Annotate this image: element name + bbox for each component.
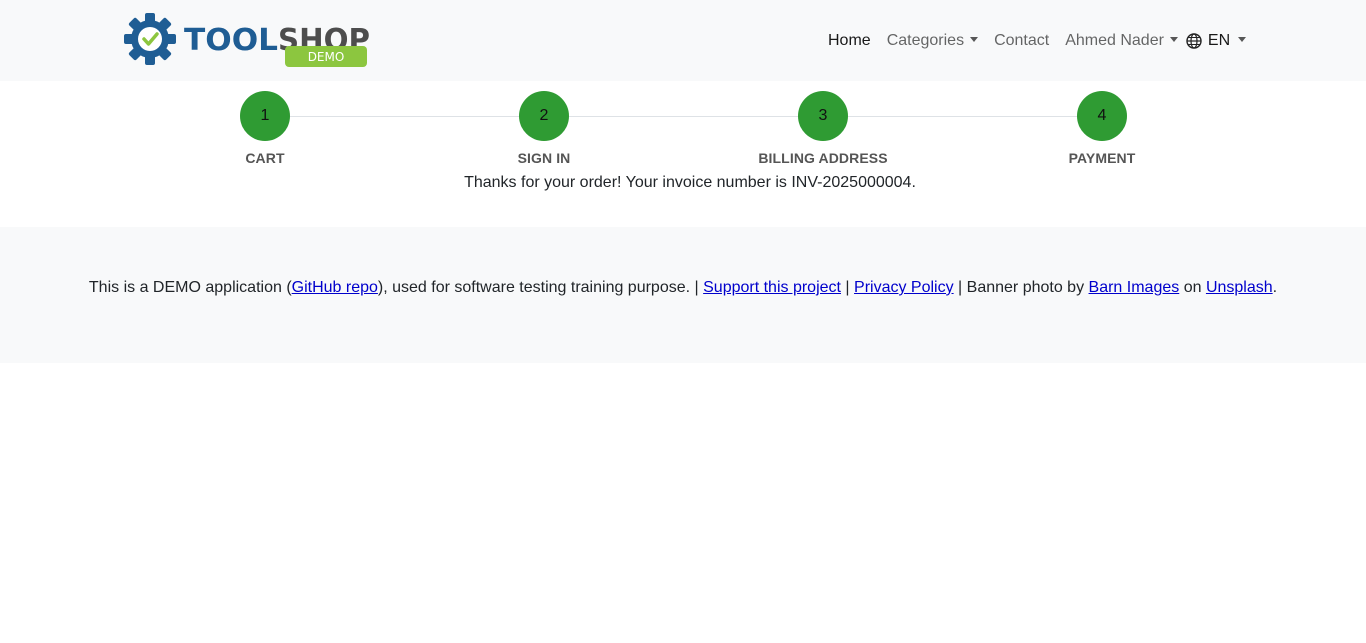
step-billing-address: 3 BILLING ADDRESS — [723, 91, 923, 166]
globe-icon — [1186, 33, 1202, 49]
nav-home[interactable]: Home — [820, 29, 879, 53]
language-label: EN — [1207, 32, 1231, 49]
checkout-stepper: 1 CART 2 SIGN IN 3 BILLING ADDRESS 4 PAY… — [0, 81, 1366, 173]
step-payment: 4 PAYMENT — [1002, 91, 1202, 166]
nav-contact[interactable]: Contact — [986, 29, 1057, 53]
footer-separator: | — [840, 279, 855, 296]
github-repo-link[interactable]: GitHub repo — [292, 279, 378, 296]
step-label: PAYMENT — [1068, 150, 1136, 166]
chevron-down-icon — [1238, 37, 1247, 42]
nav-categories-label: Categories — [886, 32, 965, 49]
footer-text: This is a DEMO application (GitHub repo)… — [89, 276, 1277, 300]
support-project-link[interactable]: Support this project — [703, 279, 841, 296]
step-label: SIGN IN — [517, 150, 571, 166]
nav-user-menu[interactable]: Ahmed Nader — [1057, 29, 1186, 53]
footer: This is a DEMO application (GitHub repo)… — [0, 227, 1366, 363]
stepper-line — [265, 116, 1102, 117]
step-number: 2 — [519, 91, 569, 141]
step-cart: 1 CART — [165, 91, 365, 166]
footer-text-part: ), used for software testing training pu… — [377, 279, 704, 296]
step-number: 4 — [1077, 91, 1127, 141]
navbar: TOOL SHOP DEMO Home Categories Contact A… — [0, 0, 1366, 81]
unsplash-link[interactable]: Unsplash — [1206, 279, 1273, 296]
footer-text-part: on — [1179, 279, 1206, 296]
step-label: CART — [245, 150, 285, 166]
logo-text-tool: TOOL — [184, 23, 278, 58]
step-number: 3 — [798, 91, 848, 141]
footer-text-part: . — [1272, 279, 1278, 296]
step-number: 1 — [240, 91, 290, 141]
order-confirmation-message: Thanks for your order! Your invoice numb… — [464, 174, 916, 191]
user-name: Ahmed Nader — [1065, 32, 1164, 49]
chevron-down-icon — [1169, 36, 1178, 42]
chevron-down-icon — [970, 36, 979, 42]
demo-badge: DEMO — [308, 50, 345, 64]
step-label: BILLING ADDRESS — [758, 150, 888, 166]
footer-text-part: This is a DEMO application ( — [88, 279, 292, 296]
barn-images-link[interactable]: Barn Images — [1089, 279, 1180, 296]
main-nav: Home Categories Contact Ahmed Nader EN — [820, 29, 1254, 53]
nav-categories[interactable]: Categories — [879, 29, 986, 53]
step-sign-in: 2 SIGN IN — [444, 91, 644, 166]
toolshop-logo[interactable]: TOOL SHOP DEMO — [124, 12, 374, 70]
gear-icon — [124, 13, 176, 65]
footer-text-part: | Banner photo by — [953, 279, 1089, 296]
language-selector[interactable]: EN — [1186, 29, 1254, 53]
privacy-policy-link[interactable]: Privacy Policy — [854, 279, 954, 296]
